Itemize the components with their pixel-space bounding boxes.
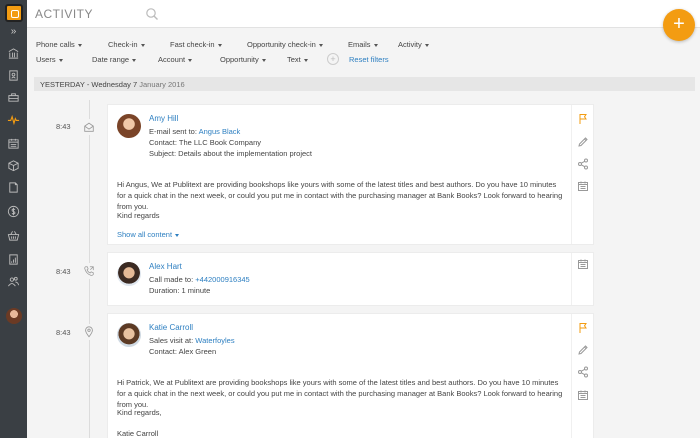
activity-card-call[interactable]: Alex Hart Call made to: +442000916345 Du… xyxy=(107,252,594,306)
filter-fast-check-in[interactable]: Fast check-in xyxy=(170,40,222,49)
calendar-icon[interactable] xyxy=(0,132,27,154)
filter-users[interactable]: Users xyxy=(36,55,63,64)
filter-activity[interactable]: Activity xyxy=(398,40,429,49)
day-date: January 2016 xyxy=(139,80,185,89)
activity-time: 8:43 xyxy=(56,328,71,337)
location-pin-icon xyxy=(81,324,97,340)
day-label: YESTERDAY - Wednesday 7 xyxy=(40,80,138,89)
filter-phone-calls[interactable]: Phone calls xyxy=(36,40,82,49)
add-filter-button[interactable]: + xyxy=(327,53,339,65)
calendar-add-icon[interactable] xyxy=(577,180,589,192)
calendar-add-icon[interactable] xyxy=(577,258,589,270)
recipient-link[interactable]: Angus Black xyxy=(199,127,241,136)
email-recipient: E-mail sent to: Angus Black xyxy=(149,127,241,136)
box-icon[interactable] xyxy=(0,154,27,176)
avatar xyxy=(117,114,141,138)
email-closing: Kind regards xyxy=(117,211,160,220)
dollar-icon[interactable] xyxy=(0,200,27,222)
filter-opportunity[interactable]: Opportunity xyxy=(220,55,266,64)
report-icon[interactable] xyxy=(0,248,27,270)
email-body: Hi Angus, We at Publitext are providing … xyxy=(117,180,563,211)
filter-emails[interactable]: Emails xyxy=(348,40,378,49)
search-icon[interactable] xyxy=(145,7,159,21)
activity-card-visit[interactable]: Katie Carroll Sales visit at: Waterfoyle… xyxy=(107,313,594,438)
visit-closing: Kind regards, xyxy=(117,408,162,417)
avatar xyxy=(117,323,141,347)
card-actions xyxy=(571,253,593,305)
flag-icon[interactable] xyxy=(577,113,589,125)
reset-filters-link[interactable]: Reset filters xyxy=(349,55,389,64)
activity-card-email[interactable]: Amy Hill E-mail sent to: Angus Black Con… xyxy=(107,104,594,245)
sidebar: » xyxy=(0,0,27,438)
share-icon[interactable] xyxy=(577,366,589,378)
activity-time: 8:43 xyxy=(56,122,71,131)
filter-text[interactable]: Text xyxy=(287,55,308,64)
filter-date-range[interactable]: Date range xyxy=(92,55,137,64)
day-header: YESTERDAY - Wednesday 7 January 2016 xyxy=(34,77,695,91)
document-icon[interactable] xyxy=(0,176,27,198)
filter-check-in[interactable]: Check-in xyxy=(108,40,145,49)
share-icon[interactable] xyxy=(577,158,589,170)
email-subject: Subject: Details about the implementatio… xyxy=(149,149,313,158)
basket-icon[interactable] xyxy=(0,224,27,246)
email-contact: Contact: The LLC Book Company xyxy=(149,138,262,147)
filter-bar: Phone calls Check-in Fast check-in Oppor… xyxy=(27,28,700,74)
activity-owner-name[interactable]: Katie Carroll xyxy=(149,323,193,332)
edit-icon[interactable] xyxy=(577,136,589,148)
activity-time: 8:43 xyxy=(56,267,71,276)
activity-owner-name[interactable]: Amy Hill xyxy=(149,114,178,123)
visit-contact: Contact: Alex Green xyxy=(149,347,217,356)
app-logo[interactable] xyxy=(5,4,23,22)
activity-owner-name[interactable]: Alex Hart xyxy=(149,262,182,271)
user-avatar[interactable] xyxy=(6,308,22,324)
bank-icon[interactable] xyxy=(0,42,27,64)
visit-location: Sales visit at: Waterfoyles xyxy=(149,336,235,345)
calendar-add-icon[interactable] xyxy=(577,389,589,401)
visit-signature: Katie Carroll xyxy=(117,429,159,438)
page-title: ACTIVITY xyxy=(35,7,94,21)
show-all-content-link[interactable]: Show all content xyxy=(117,230,180,239)
contacts-icon[interactable] xyxy=(0,64,27,86)
activity-icon[interactable] xyxy=(0,108,27,130)
add-activity-button[interactable]: + xyxy=(663,9,695,41)
call-duration: Duration: 1 minute xyxy=(149,286,211,295)
call-recipient: Call made to: +442000916345 xyxy=(149,275,250,284)
users-icon[interactable] xyxy=(0,270,27,292)
avatar xyxy=(117,262,141,286)
filter-opportunity-check-in[interactable]: Opportunity check-in xyxy=(247,40,323,49)
phone-number-link[interactable]: +442000916345 xyxy=(195,275,249,284)
collapse-sidebar-button[interactable]: » xyxy=(0,26,27,38)
phone-icon xyxy=(81,263,97,279)
email-icon xyxy=(81,119,97,135)
card-actions xyxy=(571,105,593,244)
briefcase-icon[interactable] xyxy=(0,86,27,108)
card-actions xyxy=(571,314,593,438)
location-link[interactable]: Waterfoyles xyxy=(195,336,234,345)
edit-icon[interactable] xyxy=(577,344,589,356)
top-bar: ACTIVITY xyxy=(27,0,700,28)
visit-notes: Hi Patrick, We at Publitext are providin… xyxy=(117,378,563,409)
filter-account[interactable]: Account xyxy=(158,55,193,64)
flag-icon[interactable] xyxy=(577,322,589,334)
